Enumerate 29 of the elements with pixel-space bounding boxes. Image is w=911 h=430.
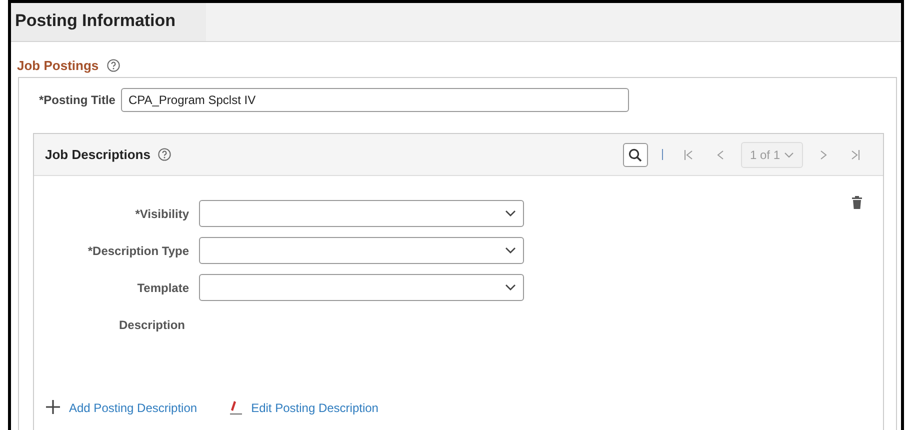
panel-title: Job Descriptions (45, 147, 150, 162)
chevron-icon (505, 210, 516, 217)
field-label: *Visibility (134, 206, 190, 220)
dropdown-field[interactable] (199, 237, 524, 264)
chevron-icon (784, 152, 794, 158)
pencil-icon (229, 400, 244, 415)
link[interactable]: Edit Posting Description (229, 399, 378, 415)
search-button[interactable] (622, 142, 648, 166)
link[interactable]: Add Posting Description (45, 399, 198, 415)
divider-icon (662, 149, 663, 160)
search-icon (628, 148, 642, 162)
last-page-icon[interactable] (849, 148, 861, 160)
page-title: Posting Information (11, 3, 206, 41)
help-icon[interactable] (106, 59, 120, 72)
field-label: Template (136, 280, 190, 294)
dropdown-field[interactable] (199, 274, 524, 301)
chevron-icon (505, 247, 516, 254)
plus-icon (45, 399, 61, 415)
dropdown-field[interactable] (199, 200, 524, 227)
page-dropdown[interactable]: 1 of 1 (740, 142, 803, 168)
field-label: *Description Type (86, 244, 190, 258)
section-title: Job Postings (17, 58, 99, 73)
chevron-icon (505, 284, 516, 291)
field-label: *Posting Title (39, 93, 116, 107)
posting-title-field[interactable]: CPA_Program Spclst IV (121, 88, 630, 112)
help-icon[interactable] (158, 148, 172, 161)
first-page-icon[interactable] (682, 148, 695, 160)
trash-icon[interactable] (852, 196, 862, 209)
field-label: Description (118, 318, 186, 332)
